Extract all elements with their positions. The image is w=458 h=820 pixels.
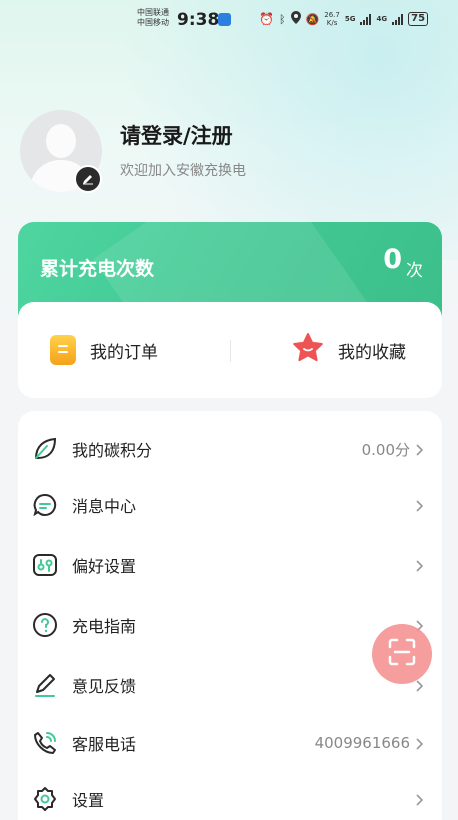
menu-item-label: 我的碳积分 [72,441,153,460]
menu-item-label: 消息中心 [72,497,137,516]
scan-button[interactable] [372,624,432,684]
network-speed: 26.7 K/s [324,11,340,27]
menu-item-carbon-points[interactable]: 我的碳积分 0.00分 [18,421,442,477]
menu-item-label: 偏好设置 [72,557,137,576]
help-icon [32,612,58,638]
network-type-2: 4G [376,15,388,23]
network-type-1: 5G [344,15,356,23]
carrier-2: 中国移动 [137,18,169,27]
battery-icon: 75 [408,12,429,26]
login-register-link[interactable]: 请登录/注册 [120,120,233,150]
orders-icon [50,335,76,365]
chevron-right-icon [414,736,426,750]
divider [230,340,231,362]
my-favorites-label: 我的收藏 [338,342,406,363]
menu-item-label: 客服电话 [72,735,137,754]
my-favorites-button[interactable]: 我的收藏 [292,332,406,368]
chevron-right-icon [414,558,426,572]
chevron-right-icon [414,498,426,512]
menu-item-settings[interactable]: 设置 [18,771,442,820]
charge-count-value: 0 [383,244,402,275]
message-icon [32,492,58,518]
speed-unit: K/s [326,19,338,27]
mute-icon: 🔕 [305,12,320,26]
menu-item-label: 充电指南 [72,617,137,636]
quick-actions-card: 我的订单 我的收藏 [18,302,442,398]
app-notification-icon [218,13,231,26]
menu-item-customer-service[interactable]: 客服电话 4009961666 [18,715,442,771]
leaf-icon [32,436,58,462]
charge-count-unit: 次 [406,261,423,281]
carrier-1: 中国联通 [137,8,169,17]
carbon-points-value: 0.00分 [361,440,410,459]
menu-list: 我的碳积分 0.00分 消息中心 偏好设置 充电指南 意见反馈 客服电话 400… [18,411,442,820]
star-icon [292,332,324,369]
phone-icon [32,730,58,756]
bluetooth-icon: ᛒ [278,12,286,26]
alarm-icon: ⏰ [259,12,274,26]
preferences-icon [32,552,58,578]
menu-item-label: 设置 [72,791,105,810]
location-icon [290,11,301,27]
status-icons: ⏰ ᛒ 🔕 26.7 K/s 5G 4G 75 [259,11,429,27]
my-orders-button[interactable]: 我的订单 [50,332,158,368]
status-bar: 中国联通 中国移动 9:38 ⏰ ᛒ 🔕 26.7 K/s 5G 4G 75 [0,0,458,40]
charge-count-label: 累计充电次数 [40,258,155,280]
menu-item-preferences[interactable]: 偏好设置 [18,537,442,593]
menu-item-label: 意见反馈 [72,677,137,696]
status-time: 9:38 [177,10,220,30]
edit-icon[interactable] [74,165,102,193]
carrier-labels: 中国联通 中国移动 [137,8,169,28]
settings-icon [32,786,58,812]
chevron-right-icon [414,442,426,456]
customer-service-phone: 4009961666 [314,734,410,752]
welcome-subtitle: 欢迎加入安徽充换电 [120,163,246,179]
pen-icon [32,672,58,698]
chevron-right-icon [414,792,426,806]
menu-item-messages[interactable]: 消息中心 [18,477,442,533]
signal-icon [360,13,372,25]
signal-icon [392,13,404,25]
scan-icon [387,637,417,671]
speed-value: 26.7 [324,11,340,19]
my-orders-label: 我的订单 [90,342,158,363]
